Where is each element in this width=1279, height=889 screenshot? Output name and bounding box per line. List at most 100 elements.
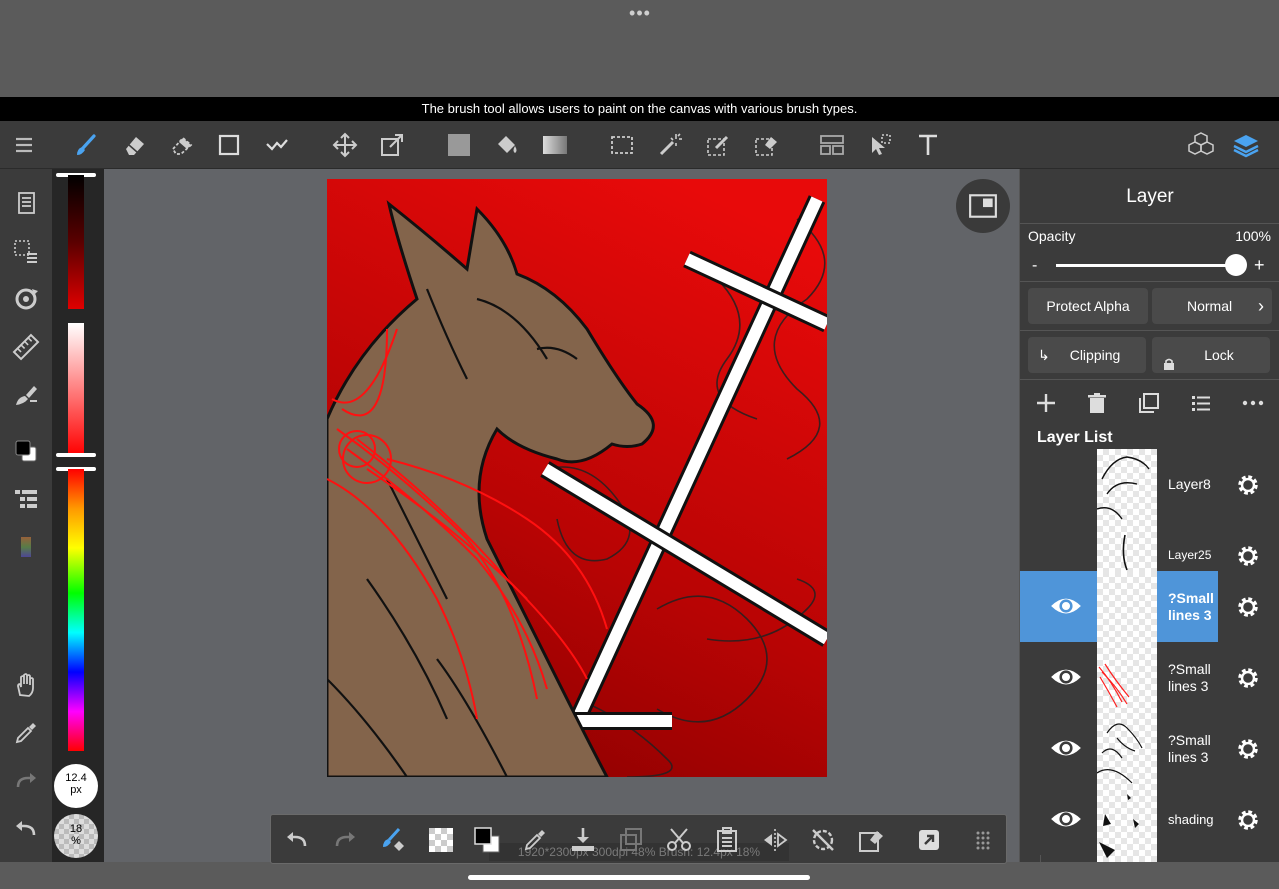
text-icon[interactable] (910, 127, 946, 163)
opacity-slider-knob[interactable] (1225, 254, 1247, 276)
left-sidebar (0, 169, 52, 889)
rect-select-icon[interactable] (604, 127, 640, 163)
flip-icon[interactable] (757, 822, 793, 858)
eye-icon[interactable] (1048, 591, 1084, 621)
rotate-reset-icon[interactable] (805, 822, 841, 858)
frame-divider-icon[interactable] (814, 127, 850, 163)
brightness-slider[interactable] (68, 175, 84, 309)
gear-icon[interactable] (1232, 662, 1264, 694)
color-swatch-icon[interactable] (8, 433, 44, 469)
layer-row[interactable]: Layer8 (1020, 449, 1279, 520)
select-pen-icon[interactable] (700, 127, 736, 163)
artwork-canvas[interactable] (327, 179, 827, 777)
layer-row-selected[interactable]: ?Small lines 3 (1020, 571, 1279, 642)
pages-icon[interactable] (8, 185, 44, 221)
share-icon[interactable] (911, 822, 947, 858)
undo-icon[interactable] (279, 822, 315, 858)
gear-icon[interactable] (1232, 469, 1264, 501)
operation-icon[interactable] (862, 127, 898, 163)
opacity-plus-button[interactable]: + (1254, 255, 1265, 276)
layer-row[interactable]: shading (1020, 784, 1279, 862)
layer-menu-list-icon[interactable] (1183, 389, 1219, 417)
clear-selection-icon[interactable] (853, 822, 889, 858)
tool-tooltip: The brush tool allows users to paint on … (0, 97, 1279, 121)
opacity-label: Opacity (1028, 228, 1076, 244)
select-eraser-icon[interactable] (748, 127, 784, 163)
undo-icon[interactable] (8, 811, 44, 847)
brush-size-button[interactable]: 12.4 px (54, 764, 98, 808)
save-icon[interactable] (565, 822, 601, 858)
move-icon[interactable] (327, 127, 363, 163)
protect-alpha-button[interactable]: Protect Alpha (1028, 288, 1148, 324)
cut-icon[interactable] (661, 822, 697, 858)
layer-thumbnail (1097, 571, 1157, 642)
duplicate-layer-icon[interactable] (1131, 389, 1167, 417)
lock-icon (1164, 347, 1174, 370)
transparent-color-icon[interactable] (423, 822, 459, 858)
eyedropper-icon[interactable] (517, 822, 553, 858)
gear-icon[interactable] (1232, 733, 1264, 765)
panel-title: Layer (1020, 169, 1279, 224)
lock-button[interactable]: Lock (1152, 337, 1270, 373)
opacity-slider[interactable] (1056, 264, 1236, 267)
redo-icon[interactable] (8, 763, 44, 799)
lock-label: Lock (1204, 347, 1234, 363)
copy-icon[interactable] (613, 822, 649, 858)
add-layer-icon[interactable] (1028, 389, 1064, 417)
rotate-canvas-icon[interactable] (8, 281, 44, 317)
transform-icon[interactable] (374, 127, 410, 163)
eye-icon[interactable] (1048, 733, 1084, 763)
eye-icon[interactable] (1048, 804, 1084, 834)
bucket-icon[interactable] (489, 127, 525, 163)
home-indicator[interactable] (468, 875, 810, 880)
layer-name: ?Small lines 3 (1168, 589, 1214, 623)
brush-icon[interactable] (68, 127, 104, 163)
grip-icon[interactable] (965, 822, 1001, 858)
blend-mode-button[interactable]: Normal › (1152, 288, 1272, 324)
layer-name: Layer8 (1168, 476, 1211, 492)
gear-icon[interactable] (1232, 804, 1264, 836)
hand-icon[interactable] (8, 667, 44, 703)
gear-icon[interactable] (1232, 540, 1264, 572)
3d-model-icon[interactable] (1183, 127, 1219, 163)
brush-settings-icon[interactable] (8, 377, 44, 413)
more-options-icon[interactable] (1235, 389, 1271, 417)
layer-property-icon[interactable] (8, 481, 44, 517)
shape-icon[interactable] (211, 127, 247, 163)
clipping-button[interactable]: ↳ Clipping (1028, 337, 1146, 373)
brush-opacity-value: 18 (69, 823, 83, 835)
layer-name: ?Small lines 3 (1168, 660, 1211, 694)
ruler-icon[interactable] (8, 329, 44, 365)
more-options-icon[interactable]: ••• (624, 4, 656, 22)
eye-icon[interactable] (1048, 662, 1084, 692)
canvas-area[interactable] (104, 169, 1019, 862)
delete-layer-icon[interactable] (1079, 389, 1115, 417)
gear-icon[interactable] (1232, 591, 1264, 623)
menu-icon[interactable] (6, 127, 42, 163)
layer-row[interactable]: ?Small lines 3 (1020, 713, 1279, 784)
main-sub-color-icon[interactable] (469, 822, 505, 858)
bottom-toolbar: 1920*2300px 300dpi 48% Brush: 12.4px 18% (270, 814, 1007, 864)
paste-icon[interactable] (709, 822, 745, 858)
gradient-icon[interactable] (537, 127, 573, 163)
opacity-minus-button[interactable]: - (1032, 257, 1037, 275)
brush-eraser-toggle-icon[interactable] (375, 822, 411, 858)
blur-eraser-icon[interactable] (164, 127, 200, 163)
color-history-icon[interactable] (8, 529, 44, 565)
saturation-slider-handle[interactable] (56, 453, 96, 457)
layer-row[interactable]: ?Small lines 3 (1020, 642, 1279, 713)
clipping-icon: ↳ (1038, 347, 1050, 363)
brush-opacity-button[interactable]: 18 % (54, 814, 98, 858)
redo-icon[interactable] (327, 822, 363, 858)
saturation-slider[interactable] (68, 323, 84, 455)
layer-thumbnail (1096, 713, 1157, 784)
select-line-icon[interactable] (259, 127, 295, 163)
magic-wand-icon[interactable] (652, 127, 688, 163)
view-toggle-button[interactable] (956, 179, 1010, 233)
hue-slider[interactable] (68, 469, 84, 751)
eraser-icon[interactable] (116, 127, 152, 163)
selection-layer-icon[interactable] (8, 233, 44, 269)
fill-color-icon[interactable] (441, 127, 477, 163)
eyedropper-icon[interactable] (8, 715, 44, 751)
layers-icon[interactable] (1228, 127, 1264, 163)
